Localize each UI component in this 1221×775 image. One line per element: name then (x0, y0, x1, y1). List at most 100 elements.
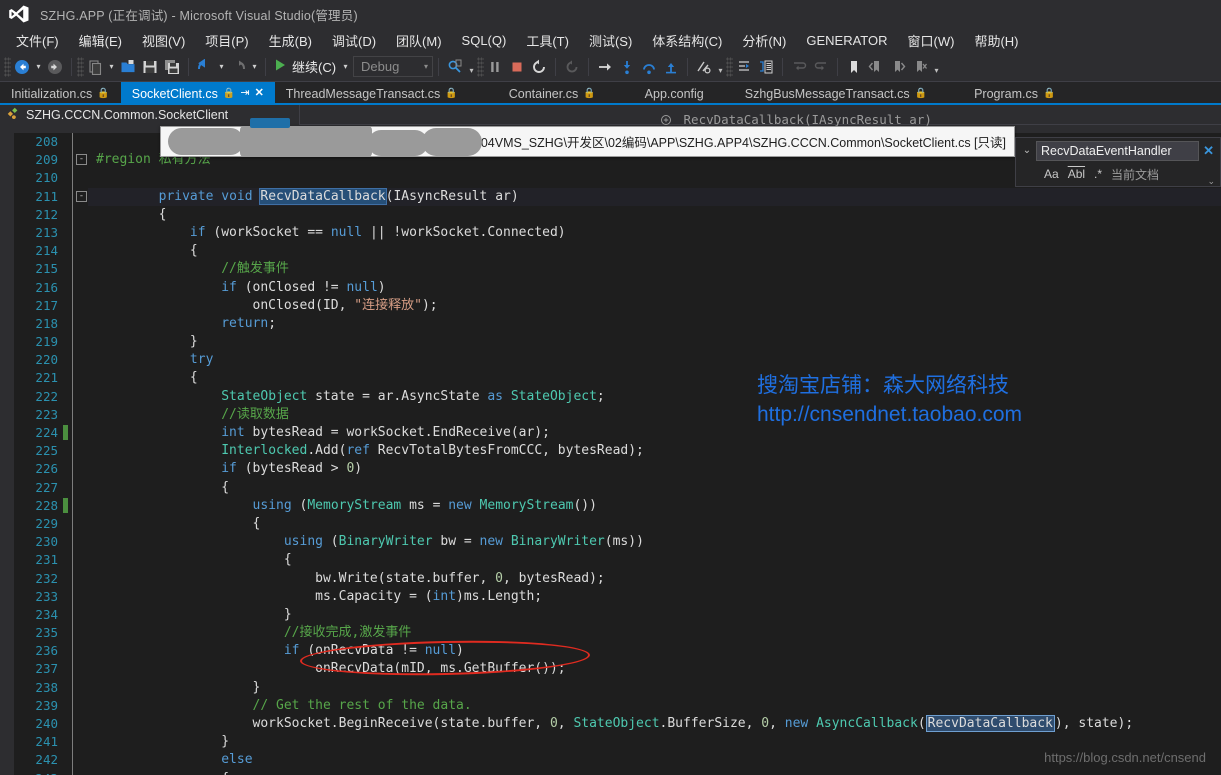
code-line[interactable]: 239 // Get the rest of the data. (0, 697, 1221, 715)
code-line[interactable]: 233 ms.Capacity = (int)ms.Length; (0, 588, 1221, 606)
toggle-bookmark-icon[interactable] (843, 56, 865, 78)
menu-view[interactable]: 视图(V) (132, 29, 195, 52)
find-scope-label[interactable]: 当前文档 (1111, 166, 1159, 183)
menu-edit[interactable]: 编辑(E) (69, 29, 132, 52)
build-configuration-select[interactable]: Debug ▾ (353, 56, 434, 77)
match-word-toggle[interactable]: Abl (1068, 167, 1085, 181)
menu-build[interactable]: 生成(B) (259, 29, 322, 52)
stop-icon[interactable] (506, 56, 528, 78)
match-case-toggle[interactable]: Aa (1044, 167, 1059, 181)
code-line[interactable]: 214 { (0, 242, 1221, 260)
menu-debug[interactable]: 调试(D) (322, 29, 386, 52)
comment-selection-icon[interactable] (755, 56, 777, 78)
code-line[interactable]: 216 if (onClosed != null) (0, 279, 1221, 297)
new-item-dropdown-icon[interactable]: ▾ (106, 56, 117, 78)
fold-toggle-icon[interactable]: - (76, 154, 87, 166)
continue-debug-button[interactable]: 继续(C) (271, 57, 340, 76)
show-next-statement-icon[interactable] (594, 56, 616, 78)
menu-architecture[interactable]: 体系结构(C) (642, 29, 732, 52)
indent-icon[interactable] (733, 56, 755, 78)
navigate-forward-icon[interactable] (44, 56, 66, 78)
redo-dropdown-icon[interactable]: ▾ (249, 56, 260, 78)
code-line[interactable]: 211 - private void RecvDataCallback(IAsyn… (0, 187, 1221, 206)
member-selector-dropdown[interactable]: RecvDataCallback(IAsyncResult ar) (660, 112, 932, 127)
code-line[interactable]: 228 using (MemoryStream ms = new MemoryS… (0, 497, 1221, 515)
menu-test[interactable]: 测试(S) (579, 29, 642, 52)
open-file-icon[interactable] (117, 56, 139, 78)
pause-icon[interactable] (484, 56, 506, 78)
menu-tools[interactable]: 工具(T) (516, 29, 579, 52)
toolbar-grip[interactable] (477, 56, 485, 77)
tab-szhgbusmessagetransact-cs[interactable]: SzhgBusMessageTransact.cs 🔒 (715, 82, 938, 105)
code-line[interactable]: 220 try (0, 351, 1221, 369)
threads-dropdown-icon[interactable]: ▾ (715, 56, 726, 78)
tab-program-cs[interactable]: Program.cs 🔒 (938, 82, 1066, 105)
navigate-back-icon[interactable] (11, 56, 33, 78)
find-input[interactable]: RecvDataEventHandler (1036, 140, 1200, 161)
code-line[interactable]: 212 { (0, 206, 1221, 224)
code-line[interactable]: 219 } (0, 333, 1221, 351)
close-icon[interactable]: ✕ (1199, 143, 1218, 159)
fold-toggle-icon[interactable]: - (76, 190, 87, 202)
toolbar-overflow-icon[interactable]: ▾ (931, 56, 942, 78)
code-line[interactable]: 237 onRecvData(mID, ms.GetBuffer()); (0, 660, 1221, 678)
code-line[interactable]: 221 { (0, 369, 1221, 387)
code-line[interactable]: 227 { (0, 479, 1221, 497)
menu-window[interactable]: 窗口(W) (898, 29, 965, 52)
toolbar-grip[interactable] (77, 56, 84, 77)
quick-find-panel[interactable]: ⌄ RecvDataEventHandler ✕ Aa Abl .* 当前文档 (1015, 137, 1221, 187)
step-over-icon[interactable] (638, 56, 660, 78)
menu-analyze[interactable]: 分析(N) (732, 29, 796, 52)
toolbar-grip[interactable] (726, 56, 734, 77)
previous-bookmark-icon[interactable] (865, 56, 887, 78)
regex-toggle[interactable]: .* (1094, 167, 1102, 181)
code-line[interactable]: 241 } (0, 733, 1221, 751)
code-line[interactable]: 238 } (0, 679, 1221, 697)
redo-icon[interactable] (227, 56, 249, 78)
code-line[interactable]: 236 if (onRecvData != null) (0, 642, 1221, 660)
code-line[interactable]: 218 return; (0, 315, 1221, 333)
pin-icon[interactable]: ⇥ (240, 88, 249, 99)
code-line[interactable]: 240 workSocket.BeginReceive(state.buffer… (0, 715, 1221, 733)
code-line[interactable]: 226 if (bytesRead > 0) (0, 460, 1221, 478)
toolbar-grip[interactable] (4, 56, 11, 77)
undo-icon[interactable] (194, 56, 216, 78)
code-line[interactable]: 224 int bytesRead = workSocket.EndReceiv… (0, 424, 1221, 442)
save-icon[interactable] (139, 56, 161, 78)
chevron-down-icon[interactable]: ⌄ (1018, 145, 1036, 156)
menu-team[interactable]: 团队(M) (386, 29, 452, 52)
code-line[interactable]: 235 //接收完成,激发事件 (0, 624, 1221, 642)
tab-initialization-cs[interactable]: Initialization.cs 🔒 (0, 82, 121, 105)
tab-socketclient-cs[interactable]: SocketClient.cs 🔒 ⇥ ✕ (120, 82, 275, 105)
menu-sql[interactable]: SQL(Q) (452, 31, 517, 50)
new-item-icon[interactable] (84, 56, 106, 78)
threads-icon[interactable] (693, 56, 715, 78)
next-bookmark-icon[interactable] (887, 56, 909, 78)
step-into-icon[interactable] (616, 56, 638, 78)
navigate-back-dropdown-icon[interactable]: ▾ (33, 56, 44, 78)
code-lines[interactable]: 208 209- #region 私有方法 210 211- private void … (0, 133, 1221, 775)
close-icon[interactable]: ✕ (255, 88, 264, 99)
undo-dropdown-icon[interactable]: ▾ (216, 56, 227, 78)
find-options-dropdown-icon[interactable]: ▾ (466, 56, 477, 78)
code-line[interactable]: 243 { (0, 770, 1221, 775)
tab-app-config[interactable]: App.config (607, 82, 715, 105)
code-editor[interactable]: 208 209- #region 私有方法 210 211- private void … (0, 133, 1221, 775)
tab-container-cs[interactable]: Container.cs 🔒 (469, 82, 607, 105)
hot-reload-icon[interactable] (561, 56, 583, 78)
code-line[interactable]: 229 { (0, 515, 1221, 533)
code-line[interactable]: 215 //触发事件 (0, 260, 1221, 278)
menu-project[interactable]: 项目(P) (195, 29, 258, 52)
code-line[interactable]: 225 Interlocked.Add(ref RecvTotalBytesFr… (0, 442, 1221, 460)
clear-bookmarks-icon[interactable] (909, 56, 931, 78)
code-line[interactable]: 223 //读取数据 (0, 406, 1221, 424)
menu-generator[interactable]: GENERATOR (796, 31, 897, 50)
code-line[interactable]: 217 onClosed(ID, "连接释放"); (0, 297, 1221, 315)
uncomment-selection-icon[interactable] (788, 56, 810, 78)
step-out-icon[interactable] (660, 56, 682, 78)
code-line[interactable]: 234 } (0, 606, 1221, 624)
code-line[interactable]: 231 { (0, 551, 1221, 569)
scrollbar-down-arrow-icon[interactable]: ⌄ (1207, 176, 1215, 187)
code-line[interactable]: 213 if (workSocket == null || !workSocke… (0, 224, 1221, 242)
code-line[interactable]: 242 else (0, 751, 1221, 769)
